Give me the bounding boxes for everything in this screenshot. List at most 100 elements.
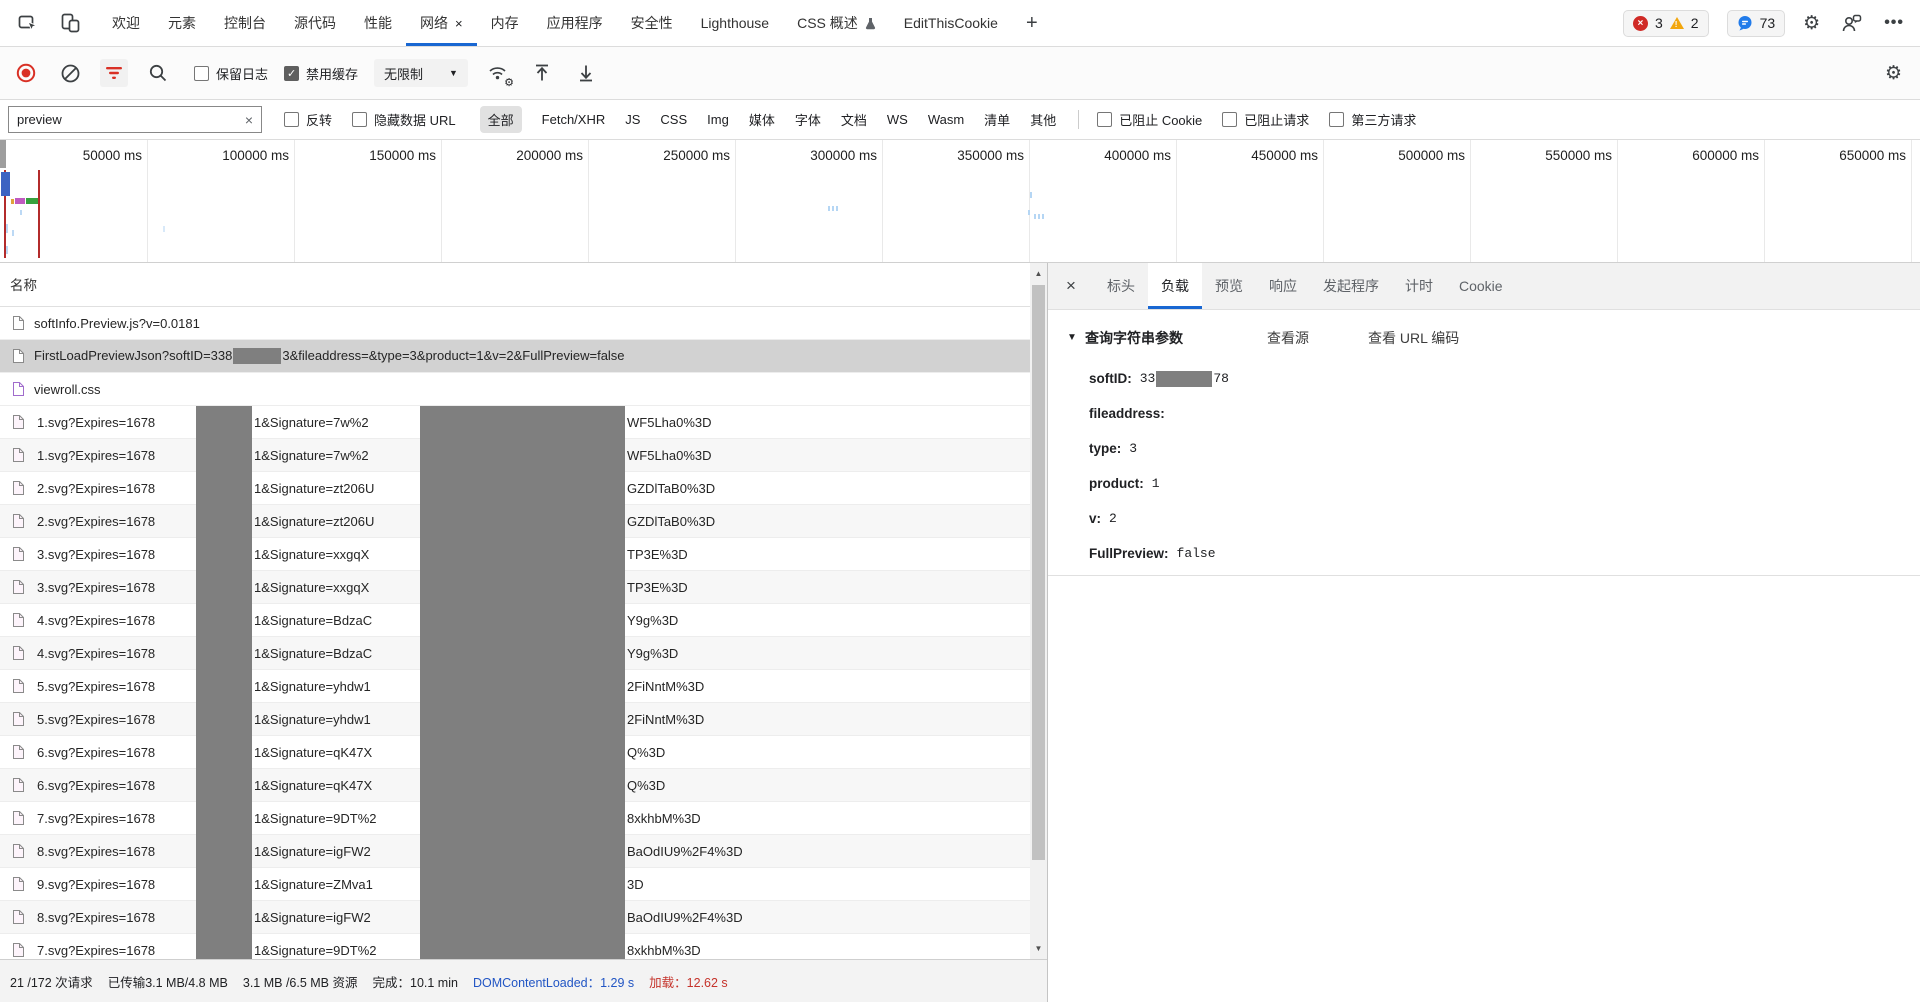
detail-tab-Cookie[interactable]: Cookie: [1446, 263, 1516, 309]
filter-toggle-已阻止 Cookie[interactable]: 已阻止 Cookie: [1097, 110, 1202, 129]
waterfall-mark: [26, 198, 38, 204]
device-toolbar-icon[interactable]: [56, 9, 84, 37]
close-tab-icon[interactable]: ×: [455, 16, 463, 31]
preserve-log-toggle[interactable]: 保留日志: [194, 64, 268, 83]
waterfall-mark: [20, 210, 22, 215]
filter-toggle-已阻止请求[interactable]: 已阻止请求: [1222, 110, 1309, 129]
throttling-select[interactable]: 无限制 ▼: [374, 59, 468, 87]
filter-type-Wasm[interactable]: Wasm: [928, 112, 964, 127]
filter-type-文档[interactable]: 文档: [841, 110, 867, 129]
filter-type-媒体[interactable]: 媒体: [749, 110, 775, 129]
filter-toggle-第三方请求[interactable]: 第三方请求: [1329, 110, 1416, 129]
file-icon: [12, 381, 25, 397]
timeline-gridline: [147, 140, 148, 262]
filter-type-Img[interactable]: Img: [707, 112, 729, 127]
import-har-icon[interactable]: [528, 59, 556, 87]
redaction-bar: [420, 406, 625, 959]
request-name: 1&Signature=9DT%2: [254, 811, 377, 826]
add-tab-button[interactable]: +: [1012, 12, 1052, 35]
disable-cache-toggle[interactable]: 禁用缓存: [284, 64, 358, 83]
view-url-encoded-button[interactable]: 查看 URL 编码: [1368, 328, 1459, 348]
disable-cache-checkbox[interactable]: [284, 66, 299, 81]
detail-tab-标头[interactable]: 标头: [1094, 263, 1148, 309]
file-icon: [12, 777, 25, 793]
search-icon[interactable]: [144, 59, 172, 87]
tab-EditThisCookie[interactable]: EditThisCookie: [890, 0, 1012, 46]
tab-源代码[interactable]: 源代码: [280, 0, 350, 46]
checkbox[interactable]: [1329, 112, 1344, 127]
network-settings-gear-icon[interactable]: ⚙: [1885, 64, 1902, 83]
collapse-caret-icon[interactable]: ▼: [1067, 332, 1077, 343]
param-name: fileaddress:: [1089, 406, 1165, 421]
filter-type-全部[interactable]: 全部: [480, 106, 522, 133]
filter-type-其他[interactable]: 其他: [1030, 110, 1056, 129]
tab-应用程序[interactable]: 应用程序: [533, 0, 617, 46]
request-row[interactable]: viewroll.css: [0, 373, 1030, 406]
tab-CSS 概述[interactable]: CSS 概述: [783, 0, 890, 46]
filter-type-CSS[interactable]: CSS: [660, 112, 687, 127]
requests-scrollbar[interactable]: ▲ ▼: [1030, 263, 1047, 959]
more-menu-icon[interactable]: •••: [1884, 14, 1904, 32]
tab-元素[interactable]: 元素: [154, 0, 210, 46]
clear-filter-icon[interactable]: ×: [245, 112, 253, 128]
feedback-icon[interactable]: [1838, 9, 1866, 37]
hide-data-url-checkbox[interactable]: [352, 112, 367, 127]
status-text: 3.1 MB /6.5 MB 资源: [243, 972, 358, 991]
settings-gear-icon[interactable]: ⚙: [1803, 14, 1820, 33]
preserve-log-checkbox[interactable]: [194, 66, 209, 81]
timeline-tick-label: 450000 ms: [1203, 148, 1318, 163]
file-icon: [12, 612, 25, 628]
scroll-up-icon[interactable]: ▲: [1030, 265, 1047, 282]
inspect-element-icon[interactable]: [14, 9, 42, 37]
request-row[interactable]: softInfo.Preview.js?v=0.0181: [0, 307, 1030, 340]
record-button[interactable]: [12, 59, 40, 87]
invert-toggle[interactable]: 反转: [284, 110, 332, 129]
invert-checkbox[interactable]: [284, 112, 299, 127]
checkbox[interactable]: [1097, 112, 1112, 127]
detail-tab-计时[interactable]: 计时: [1392, 263, 1446, 309]
detail-tab-预览[interactable]: 预览: [1202, 263, 1256, 309]
param-name: softID:: [1089, 371, 1132, 386]
filter-type-字体[interactable]: 字体: [795, 110, 821, 129]
request-name: TP3E%3D: [627, 547, 688, 562]
tab-性能[interactable]: 性能: [350, 0, 406, 46]
tab-内存[interactable]: 内存: [477, 0, 533, 46]
clear-button[interactable]: [56, 59, 84, 87]
filter-input-wrapper: ×: [8, 106, 262, 133]
tab-控制台[interactable]: 控制台: [210, 0, 280, 46]
gear-overlay-icon: ⚙: [504, 76, 514, 89]
name-column-header[interactable]: 名称: [0, 263, 1030, 307]
hide-data-url-toggle[interactable]: 隐藏数据 URL: [352, 110, 456, 129]
export-har-icon[interactable]: [572, 59, 600, 87]
filter-type-清单[interactable]: 清单: [984, 110, 1010, 129]
waterfall-mark: [1028, 210, 1030, 215]
tab-安全性[interactable]: 安全性: [617, 0, 687, 46]
scroll-down-icon[interactable]: ▼: [1030, 940, 1047, 957]
tab-欢迎[interactable]: 欢迎: [98, 0, 154, 46]
checkbox[interactable]: [1222, 112, 1237, 127]
detail-tab-发起程序[interactable]: 发起程序: [1310, 263, 1392, 309]
network-conditions-icon[interactable]: ⚙: [484, 59, 512, 87]
tab-Lighthouse[interactable]: Lighthouse: [687, 0, 784, 46]
request-name: 6.svg?Expires=1678: [37, 745, 155, 760]
request-row[interactable]: FirstLoadPreviewJson?softID=3383&fileadd…: [0, 340, 1030, 373]
tab-网络[interactable]: 网络×: [406, 0, 477, 46]
filter-toggle-button[interactable]: [100, 59, 128, 87]
filter-type-Fetch/XHR[interactable]: Fetch/XHR: [542, 112, 606, 127]
detail-tab-负载[interactable]: 负载: [1148, 263, 1202, 309]
request-name: 3D: [627, 877, 644, 892]
network-overview-timeline[interactable]: 50000 ms100000 ms150000 ms200000 ms25000…: [0, 140, 1920, 263]
detail-tab-响应[interactable]: 响应: [1256, 263, 1310, 309]
filter-input[interactable]: [17, 112, 245, 127]
param-row: softID:3378: [1048, 361, 1920, 396]
view-source-button[interactable]: 查看源: [1267, 328, 1309, 348]
filter-type-JS[interactable]: JS: [625, 112, 640, 127]
scrollbar-thumb[interactable]: [1032, 285, 1045, 860]
request-name: 8xkhbM%3D: [627, 811, 701, 826]
issues-badge[interactable]: × 3 2: [1623, 10, 1709, 37]
close-detail-icon[interactable]: ×: [1048, 263, 1094, 309]
request-name: 5.svg?Expires=1678: [37, 679, 155, 694]
messages-badge[interactable]: 73: [1727, 10, 1786, 37]
request-name: 1&Signature=igFW2: [254, 910, 371, 925]
filter-type-WS[interactable]: WS: [887, 112, 908, 127]
